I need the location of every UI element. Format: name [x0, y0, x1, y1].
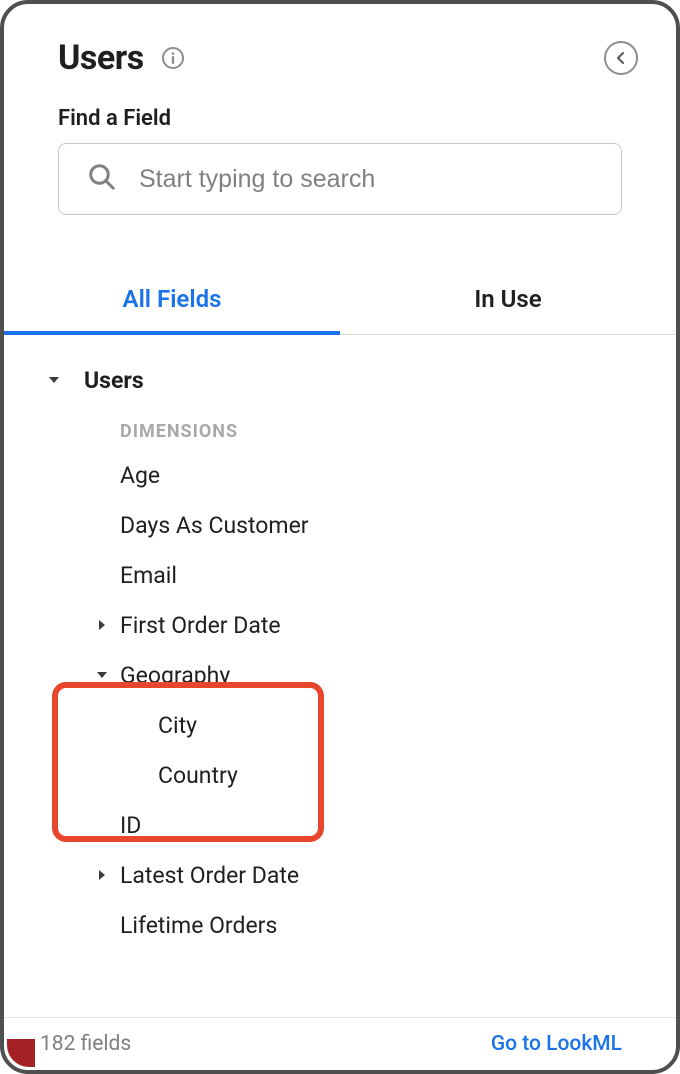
- field-days-as-customer[interactable]: Days As Customer: [24, 500, 656, 550]
- go-to-lookml-link[interactable]: Go to LookML: [491, 1032, 622, 1056]
- field-age[interactable]: Age: [24, 450, 656, 500]
- caret-down-icon: [84, 669, 120, 681]
- field-id[interactable]: ID: [24, 800, 656, 850]
- field-label: City: [158, 712, 197, 739]
- field-tree: Users Dimensions Age Days As Customer Em…: [4, 335, 676, 1017]
- section-dimensions: Dimensions: [24, 405, 656, 450]
- field-geography[interactable]: Geography: [24, 650, 656, 700]
- field-lifetime-orders[interactable]: Lifetime Orders: [24, 900, 656, 950]
- group-label: Users: [84, 367, 144, 394]
- field-latest-order-date[interactable]: Latest Order Date: [24, 850, 656, 900]
- search-input[interactable]: [139, 165, 603, 194]
- field-label: Lifetime Orders: [120, 912, 277, 939]
- field-label: Latest Order Date: [120, 862, 299, 889]
- caret-down-icon: [36, 373, 72, 387]
- field-label: Country: [158, 762, 238, 789]
- search-label: Find a Field: [58, 106, 622, 131]
- field-city[interactable]: City: [24, 700, 656, 750]
- field-label: Email: [120, 562, 177, 589]
- field-email[interactable]: Email: [24, 550, 656, 600]
- page-title: Users: [58, 38, 144, 78]
- search-box[interactable]: [58, 143, 622, 215]
- search-icon: [87, 162, 117, 196]
- collapse-panel-button[interactable]: [604, 41, 638, 75]
- field-label: First Order Date: [120, 612, 281, 639]
- caret-right-icon: [84, 869, 120, 881]
- info-icon[interactable]: [160, 45, 186, 71]
- tab-in-use[interactable]: In Use: [340, 269, 676, 334]
- field-first-order-date[interactable]: First Order Date: [24, 600, 656, 650]
- field-country[interactable]: Country: [24, 750, 656, 800]
- field-label: ID: [120, 812, 141, 839]
- field-count: 182 fields: [40, 1032, 131, 1056]
- field-label: Days As Customer: [120, 512, 309, 539]
- field-label: Age: [120, 462, 160, 489]
- group-users[interactable]: Users: [24, 355, 656, 405]
- tab-all-fields[interactable]: All Fields: [4, 269, 340, 335]
- field-label: Geography: [120, 662, 230, 689]
- caret-right-icon: [84, 619, 120, 631]
